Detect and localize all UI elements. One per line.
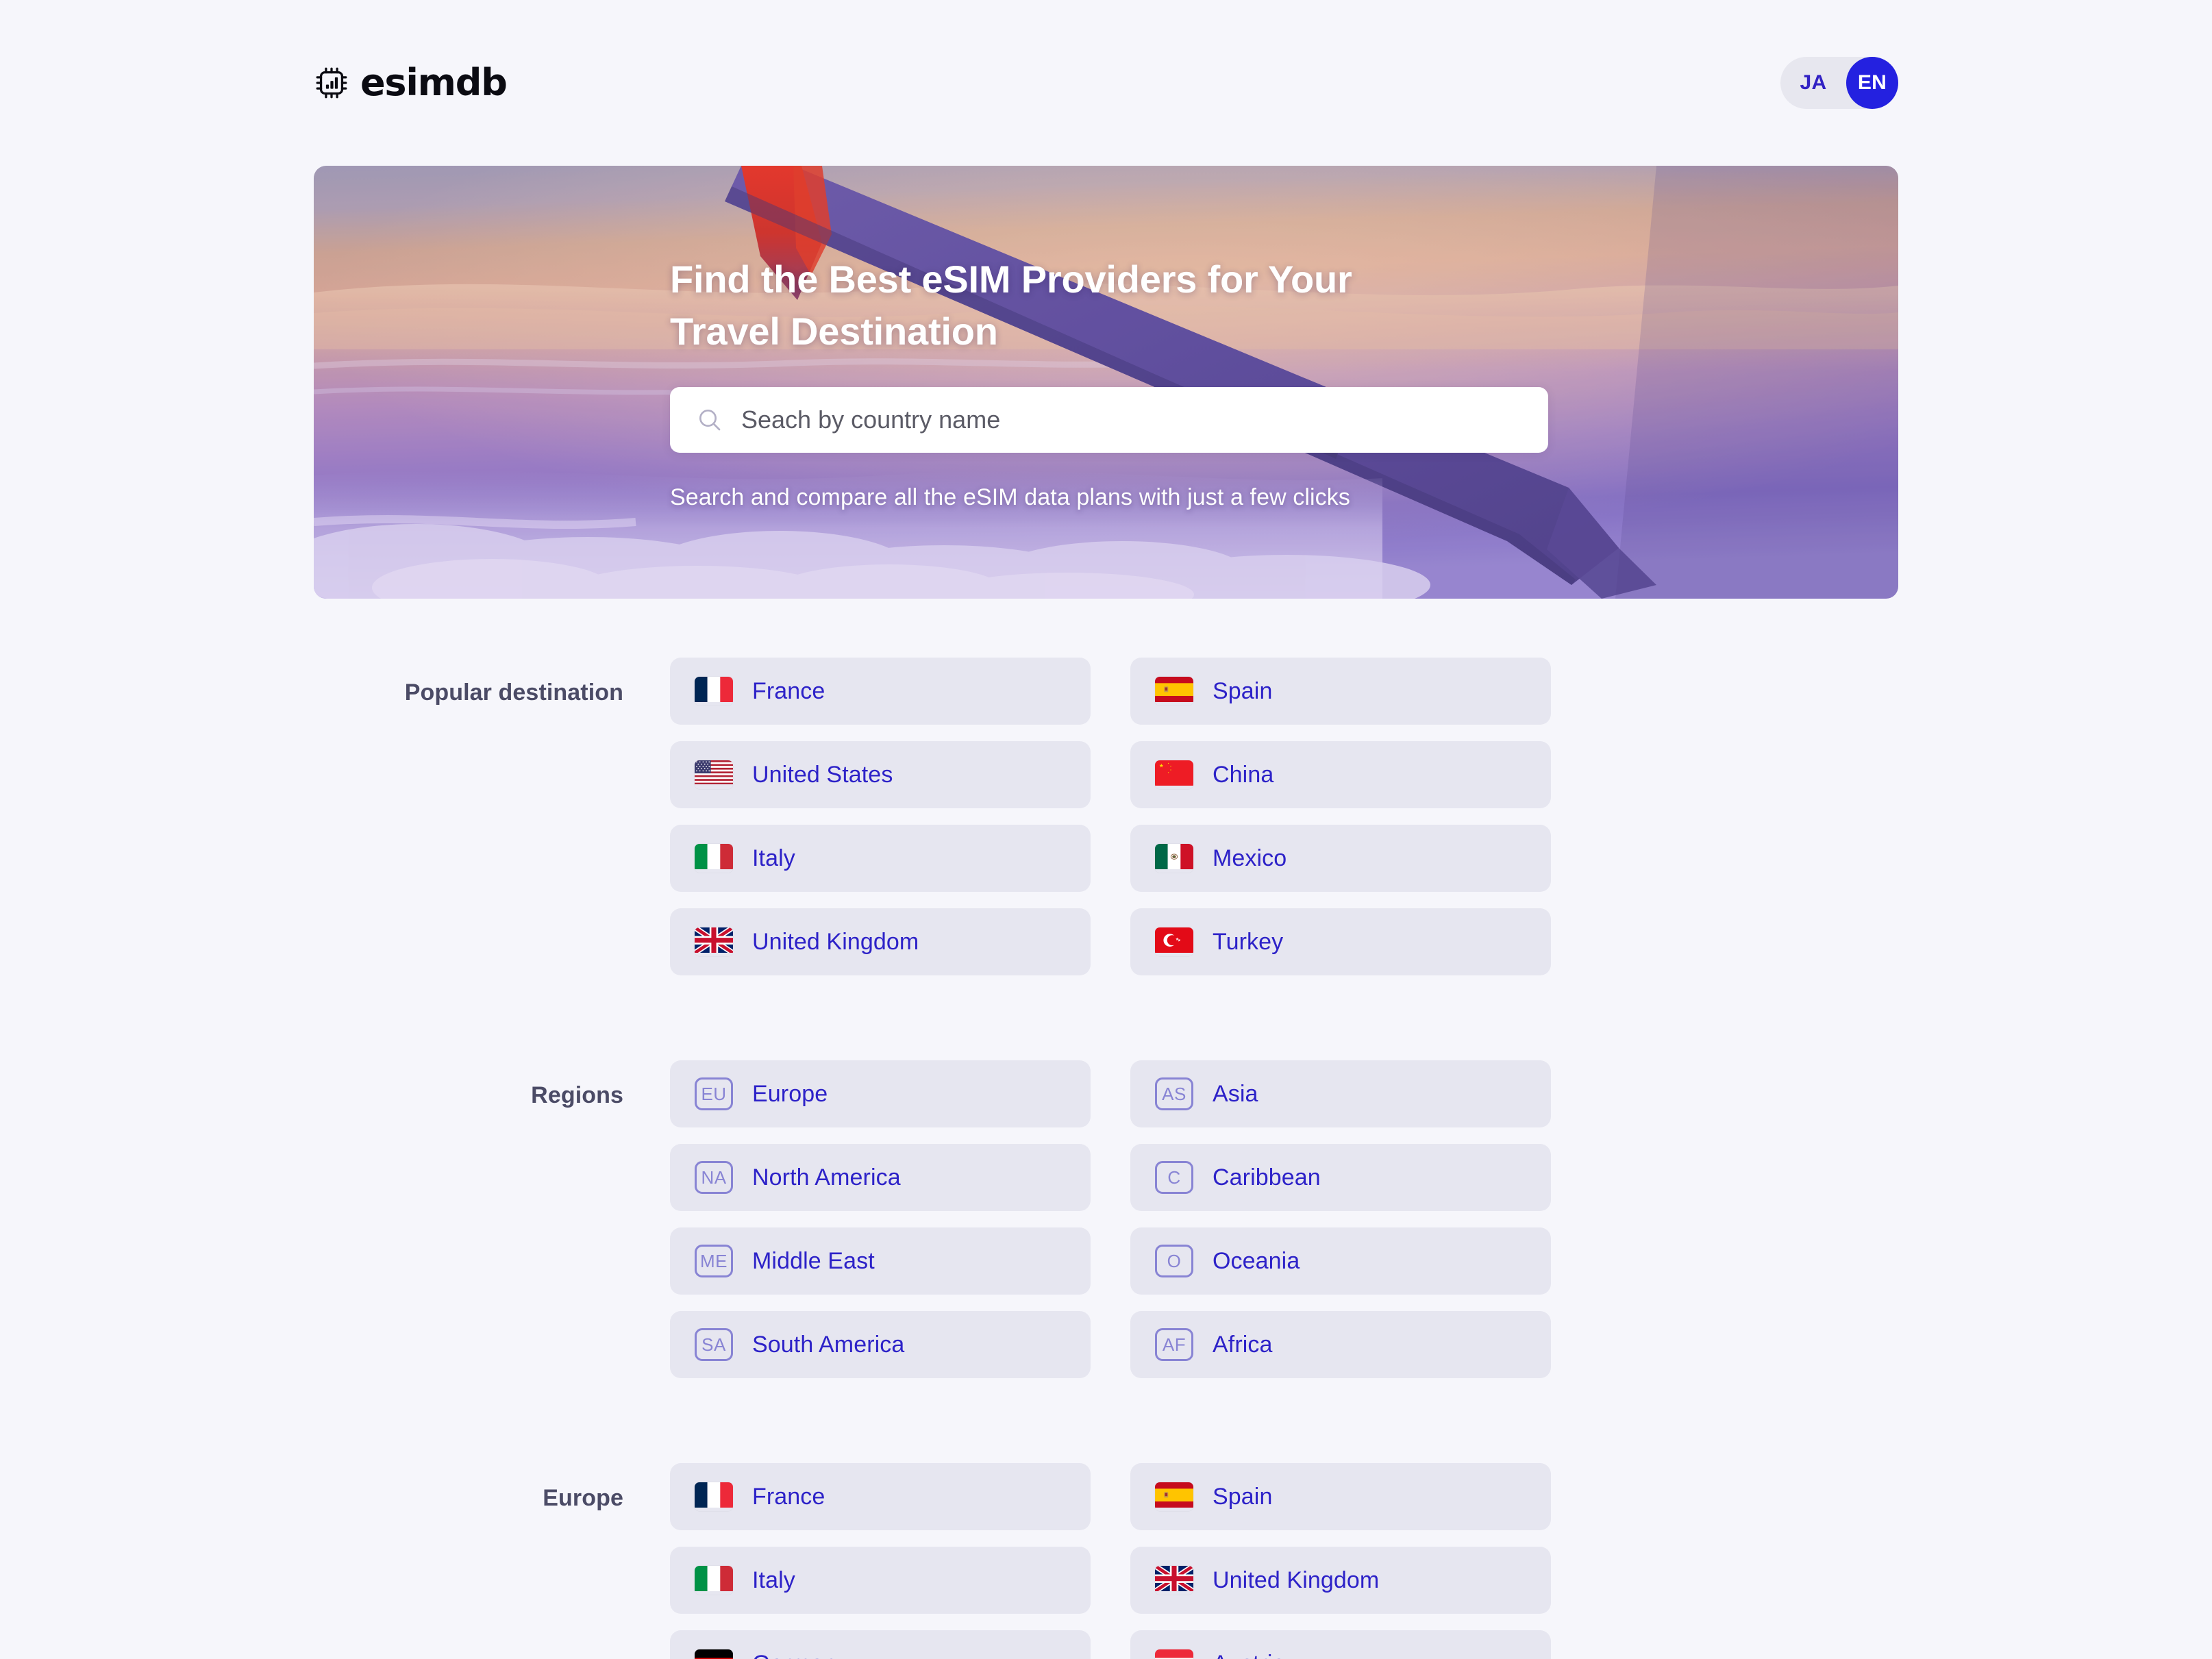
item-label: Austria xyxy=(1213,1651,1286,1659)
language-toggle[interactable]: JA EN xyxy=(1780,57,1898,109)
region-item[interactable]: AF Africa xyxy=(1130,1311,1551,1378)
language-option-en[interactable]: EN xyxy=(1846,57,1898,109)
item-label: United Kingdom xyxy=(752,928,919,955)
region-code-badge: NA xyxy=(695,1161,733,1194)
country-item[interactable]: Turkey xyxy=(1130,908,1551,975)
item-label: Caribbean xyxy=(1213,1164,1321,1190)
item-label: Oceania xyxy=(1213,1247,1300,1274)
item-label: Turkey xyxy=(1213,928,1284,955)
section: Europe France Spain Italy United Kingdom Germ… xyxy=(0,1463,2212,1659)
region-item[interactable]: O Oceania xyxy=(1130,1227,1551,1295)
flag-fr-icon xyxy=(695,1482,733,1511)
item-label: France xyxy=(752,1483,825,1510)
region-item[interactable]: C Caribbean xyxy=(1130,1144,1551,1211)
country-item[interactable]: Italy xyxy=(670,825,1091,892)
item-label: Spain xyxy=(1213,1483,1273,1510)
flag-gb-icon xyxy=(1155,1566,1193,1595)
section: Popular destination France Spain United Sta… xyxy=(0,658,2212,975)
flag-cn-icon xyxy=(1155,760,1193,789)
item-label: Spain xyxy=(1213,677,1273,704)
site-header: esimdb JA EN xyxy=(0,0,2212,166)
country-item[interactable]: United Kingdom xyxy=(1130,1547,1551,1614)
item-label: Italy xyxy=(752,1567,795,1593)
search-input[interactable] xyxy=(741,387,1522,453)
search-bar[interactable] xyxy=(670,387,1548,453)
country-item[interactable]: Spain xyxy=(1130,658,1551,725)
section-label: Europe xyxy=(543,1485,623,1511)
item-label: Italy xyxy=(752,845,795,871)
country-item[interactable]: France xyxy=(670,658,1091,725)
section: Regions EU Europe AS Asia NA North America C Car… xyxy=(0,1060,2212,1378)
flag-at-icon xyxy=(1155,1649,1193,1659)
language-option-ja[interactable]: JA xyxy=(1780,57,1846,109)
flag-it-icon xyxy=(695,1566,733,1595)
hero-content: Find the Best eSIM Providers for Your Tr… xyxy=(670,166,1561,599)
hero-subtitle: Search and compare all the eSIM data pla… xyxy=(670,484,1350,511)
item-label: North America xyxy=(752,1164,901,1190)
flag-de-icon xyxy=(695,1649,733,1659)
country-item[interactable]: United Kingdom xyxy=(670,908,1091,975)
country-item[interactable]: France xyxy=(670,1463,1091,1530)
item-label: France xyxy=(752,677,825,704)
country-item[interactable]: Austria xyxy=(1130,1630,1551,1659)
destination-sections: Popular destination France Spain United Sta… xyxy=(0,658,2212,1659)
region-item[interactable]: EU Europe xyxy=(670,1060,1091,1127)
country-item[interactable]: United States xyxy=(670,741,1091,808)
region-code-badge: C xyxy=(1155,1161,1193,1194)
flag-fr-icon xyxy=(695,677,733,706)
flag-us-icon xyxy=(695,760,733,789)
flag-gb-icon xyxy=(695,927,733,956)
search-icon xyxy=(699,410,721,431)
item-label: Europe xyxy=(752,1080,828,1107)
brand-name: esimdb xyxy=(360,61,508,104)
region-item[interactable]: AS Asia xyxy=(1130,1060,1551,1127)
section-label: Regions xyxy=(531,1082,623,1108)
country-item[interactable]: Spain xyxy=(1130,1463,1551,1530)
hero-banner: Find the Best eSIM Providers for Your Tr… xyxy=(314,166,1898,599)
item-label: United Kingdom xyxy=(1213,1567,1380,1593)
region-code-badge: O xyxy=(1155,1245,1193,1277)
section-grid: France Spain Italy United Kingdom Germany Aus… xyxy=(670,1463,1551,1659)
country-item[interactable]: Germany xyxy=(670,1630,1091,1659)
region-code-badge: EU xyxy=(695,1077,733,1110)
flag-tr-icon xyxy=(1155,927,1193,956)
section-grid: France Spain United States China Italy Mexico… xyxy=(670,658,1551,975)
flag-mx-icon xyxy=(1155,844,1193,873)
item-label: Africa xyxy=(1213,1331,1273,1358)
region-item[interactable]: ME Middle East xyxy=(670,1227,1091,1295)
item-label: Mexico xyxy=(1213,845,1287,871)
region-code-badge: SA xyxy=(695,1328,733,1361)
flag-it-icon xyxy=(695,844,733,873)
item-label: South America xyxy=(752,1331,905,1358)
region-code-badge: AS xyxy=(1155,1077,1193,1110)
item-label: Germany xyxy=(752,1651,849,1659)
item-label: United States xyxy=(752,761,893,788)
region-item[interactable]: NA North America xyxy=(670,1144,1091,1211)
country-item[interactable]: Italy xyxy=(670,1547,1091,1614)
page-root: esimdb JA EN Find the Best eSIM Provider… xyxy=(0,0,2212,1659)
hero-title: Find the Best eSIM Providers for Your Tr… xyxy=(670,257,1352,353)
region-code-badge: ME xyxy=(695,1245,733,1277)
region-code-badge: AF xyxy=(1155,1328,1193,1361)
country-item[interactable]: China xyxy=(1130,741,1551,808)
region-item[interactable]: SA South America xyxy=(670,1311,1091,1378)
section-label: Popular destination xyxy=(404,679,623,706)
brand-logo[interactable]: esimdb xyxy=(314,60,508,105)
item-label: Middle East xyxy=(752,1247,875,1274)
item-label: Asia xyxy=(1213,1080,1258,1107)
section-grid: EU Europe AS Asia NA North America C Caribbean M… xyxy=(670,1060,1551,1378)
flag-es-icon xyxy=(1155,1482,1193,1511)
sim-chip-icon xyxy=(316,67,347,99)
item-label: China xyxy=(1213,761,1274,788)
flag-es-icon xyxy=(1155,677,1193,706)
country-item[interactable]: Mexico xyxy=(1130,825,1551,892)
